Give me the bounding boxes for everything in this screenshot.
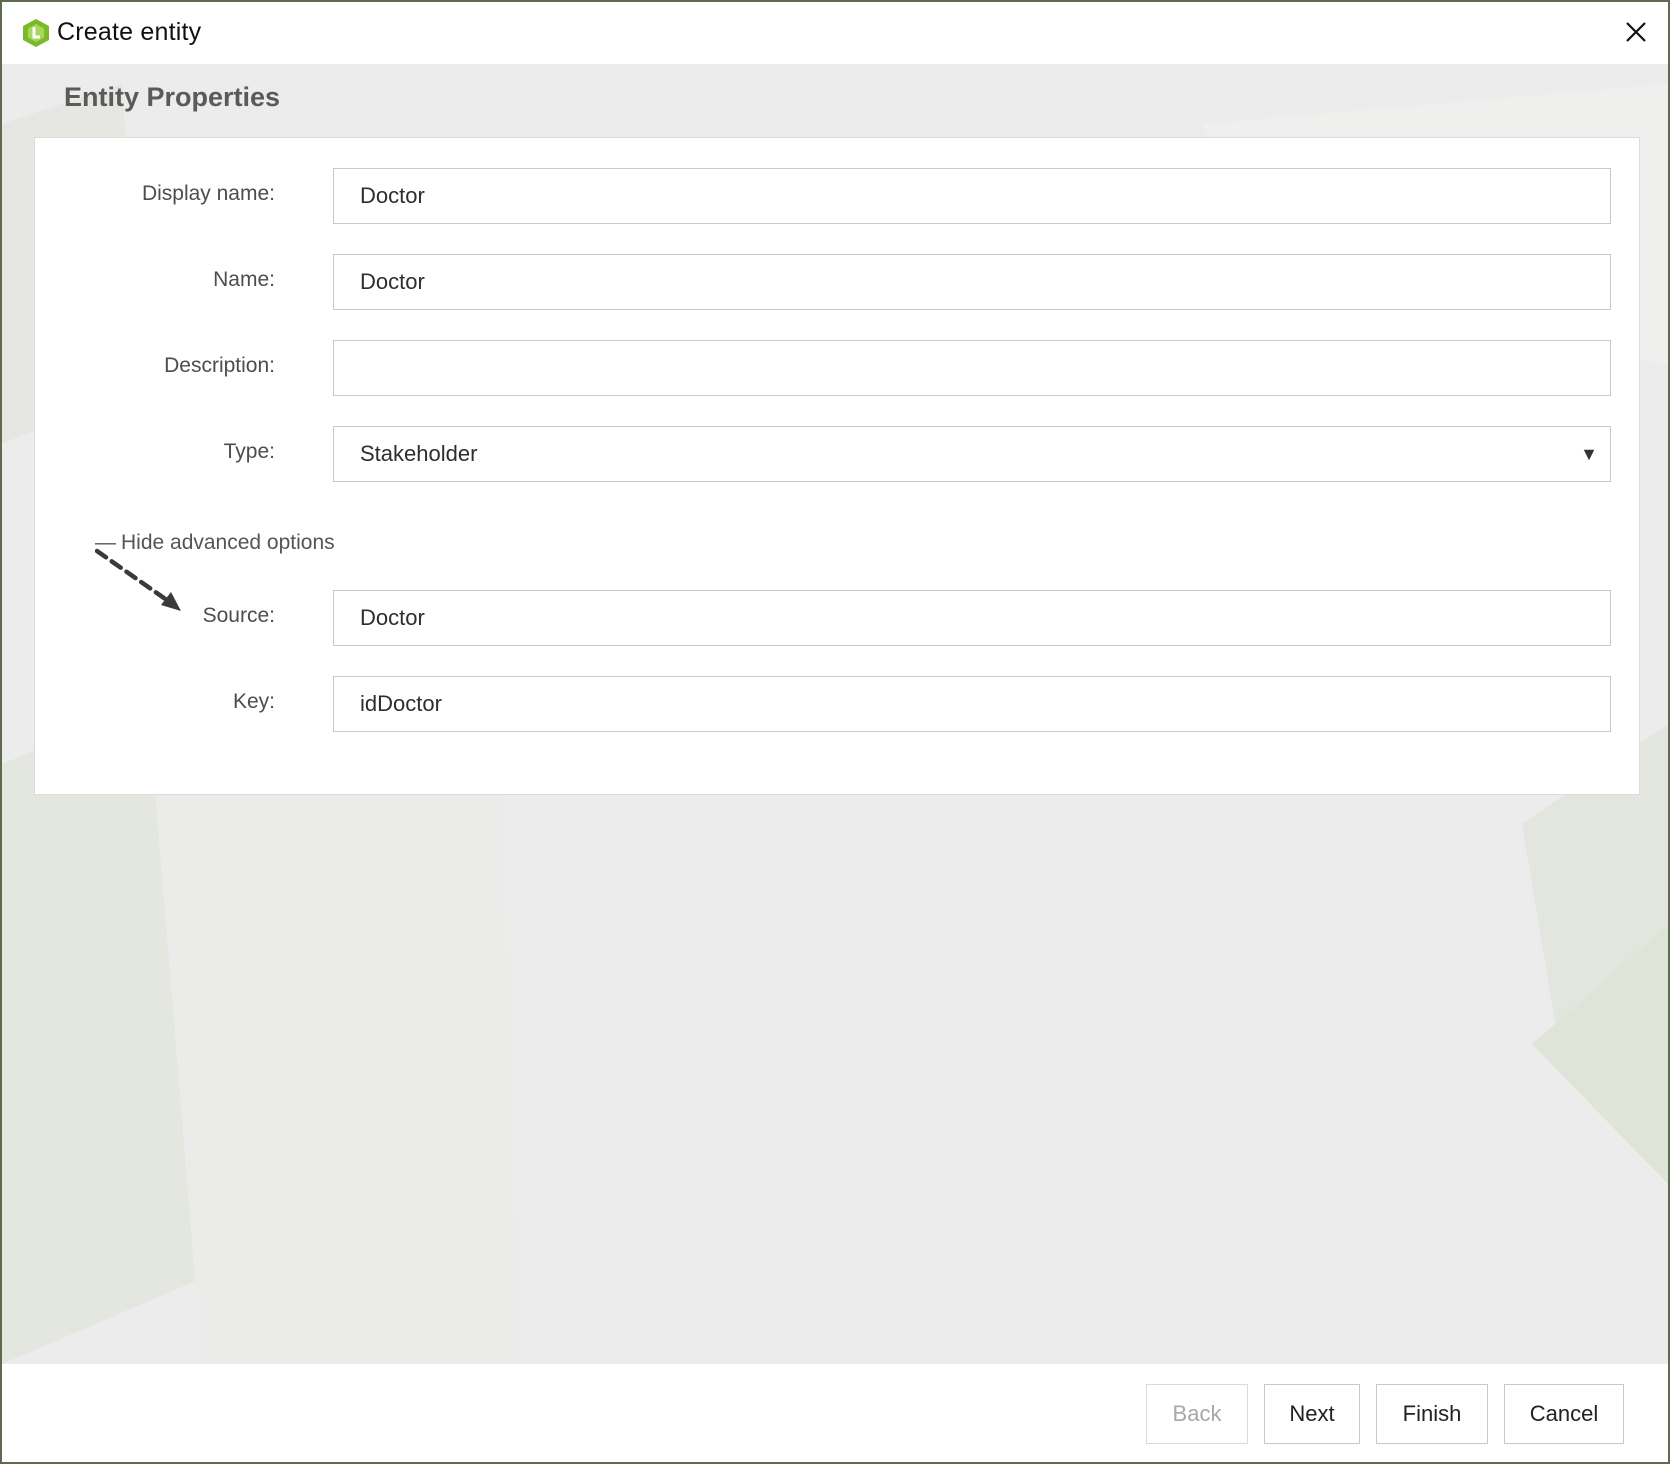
type-selected-value: Stakeholder [360,441,478,466]
finish-button[interactable]: Finish [1376,1384,1488,1444]
dialog-body: Entity Properties Display name: Doctor N… [2,64,1668,1364]
source-input[interactable]: Doctor [333,590,1611,646]
description-label: Description: [164,354,275,377]
title-bar: Create entity [2,2,1668,64]
description-input[interactable] [333,340,1611,396]
name-input[interactable]: Doctor [333,254,1611,310]
key-label: Key: [232,690,275,713]
source-row: Source: Doctor [35,590,1639,646]
close-icon [1626,22,1646,42]
key-input[interactable]: idDoctor [333,676,1611,732]
cancel-button[interactable]: Cancel [1504,1384,1624,1444]
close-button[interactable] [1614,12,1658,52]
source-label: Source: [202,604,275,627]
name-label: Name: [213,268,275,291]
app-logo-icon [22,18,50,48]
name-row: Name: Doctor [35,254,1639,310]
next-button[interactable]: Next [1264,1384,1360,1444]
create-entity-dialog: Create entity Entity Properties Display … [0,0,1670,1464]
window-title: Create entity [57,18,202,46]
key-row: Key: idDoctor [35,676,1639,732]
dropdown-arrow-icon: ▼ [1580,444,1598,464]
entity-properties-panel: Display name: Doctor Name: Doctor Descri… [34,137,1640,795]
type-label: Type: [223,440,275,463]
description-row: Description: [35,340,1639,396]
back-button[interactable]: Back [1146,1384,1248,1444]
type-row: Type: Stakeholder ▼ [35,426,1639,482]
display-name-label: Display name: [141,182,275,205]
type-select[interactable]: Stakeholder ▼ [333,426,1611,482]
display-name-row: Display name: Doctor [35,168,1639,224]
dialog-footer: Back Next Finish Cancel [2,1364,1668,1462]
display-name-input[interactable]: Doctor [333,168,1611,224]
section-title: Entity Properties [64,82,281,112]
